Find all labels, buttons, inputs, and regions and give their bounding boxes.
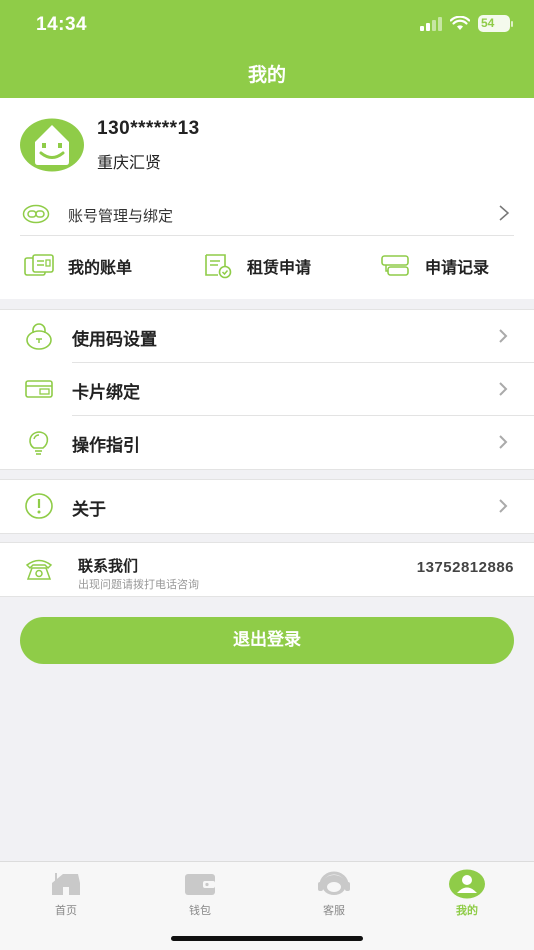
tab-wallet[interactable]: 钱包 (160, 868, 240, 918)
account-management-label: 账号管理与绑定 (68, 207, 174, 225)
settings-group: 使用码设置 卡片绑定 操作指引 (0, 309, 534, 470)
chevron-right-icon (499, 435, 508, 449)
contact-label: 联系我们 (78, 557, 139, 575)
home-indicator (171, 936, 363, 941)
about-group: 关于 (0, 479, 534, 534)
lightbulb-icon (29, 431, 49, 455)
lock-icon (26, 323, 52, 350)
battery-icon: 54 (478, 15, 513, 32)
tab-wallet-label: 钱包 (189, 904, 211, 917)
chevron-right-icon (499, 382, 508, 396)
header: 14:34 54 我的 (0, 0, 534, 98)
user-phone: 130******13 (97, 118, 200, 139)
passcode-settings-label: 使用码设置 (72, 330, 157, 350)
signal-icon (420, 16, 442, 31)
lease-application-icon (205, 254, 232, 279)
avatar[interactable] (19, 118, 85, 172)
chevron-right-icon (499, 499, 508, 513)
user-company: 重庆汇贤 (97, 153, 162, 172)
my-bill-button[interactable]: 我的账单 (24, 250, 132, 282)
chevron-right-icon (499, 329, 508, 343)
home-icon (52, 873, 80, 895)
telephone-icon (25, 559, 53, 580)
tab-customer-service-label: 客服 (323, 904, 345, 917)
chevron-right-icon (499, 205, 510, 221)
info-icon (25, 493, 53, 519)
contact-row[interactable]: 联系我们 出现问题请拨打电话咨询 13752812886 (0, 543, 534, 596)
status-time: 14:34 (36, 14, 88, 35)
card-icon (25, 380, 53, 398)
tab-profile-label: 我的 (456, 904, 478, 917)
profile-icon (449, 869, 485, 899)
wifi-icon (450, 16, 470, 30)
link-icon (22, 204, 50, 224)
customer-service-icon (318, 871, 350, 895)
page-title: 我的 (247, 64, 286, 86)
tab-customer-service[interactable]: 客服 (294, 868, 374, 918)
lease-application-button[interactable]: 租赁申请 (203, 250, 311, 282)
contact-phone-number[interactable]: 13752812886 (417, 559, 514, 576)
about-row[interactable]: 关于 (0, 480, 534, 533)
card-binding-label: 卡片绑定 (72, 383, 140, 403)
wallet-icon (185, 874, 215, 895)
account-management-row[interactable]: 账号管理与绑定 (20, 198, 514, 236)
operation-guide-row[interactable]: 操作指引 (0, 416, 534, 469)
status-icons: 54 (420, 15, 513, 32)
lease-application-label: 租赁申请 (247, 258, 312, 277)
application-record-label: 申请记录 (425, 258, 490, 277)
application-record-button[interactable]: 申请记录 (381, 250, 489, 282)
application-record-icon (381, 255, 409, 276)
bill-icon (24, 254, 54, 276)
contact-subtitle: 出现问题请拨打电话咨询 (78, 578, 199, 591)
logout-button[interactable]: 退出登录 (20, 617, 514, 664)
profile-card: 130******13 重庆汇贤 账号管理与绑定 我的账单 租赁申请 申请记录 (0, 98, 534, 299)
about-label: 关于 (72, 500, 106, 520)
tab-home[interactable]: 首页 (26, 868, 106, 918)
card-binding-row[interactable]: 卡片绑定 (0, 363, 534, 416)
tab-home-label: 首页 (55, 904, 77, 917)
contact-group: 联系我们 出现问题请拨打电话咨询 13752812886 (0, 542, 534, 597)
passcode-settings-row[interactable]: 使用码设置 (0, 310, 534, 363)
operation-guide-label: 操作指引 (72, 436, 140, 456)
my-bill-label: 我的账单 (68, 258, 133, 277)
tab-profile[interactable]: 我的 (427, 868, 507, 918)
